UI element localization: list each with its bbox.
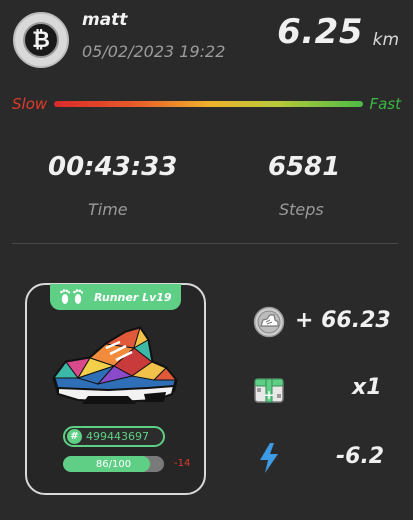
speed-slow-label: Slow — [12, 95, 48, 113]
gst-earned-value: + 66.23 — [295, 308, 391, 333]
time-value: 00:43:33 — [48, 152, 178, 182]
sneaker-type-badge: Runner Lv19 — [50, 284, 181, 310]
steps-label: Steps — [279, 200, 324, 219]
mystery-box-value: x1 — [352, 375, 382, 400]
coin-shoe-icon — [253, 306, 285, 338]
time-label: Time — [88, 200, 128, 219]
durability-text: 86/100 — [95, 458, 132, 470]
durability-bar: 86/100 — [63, 456, 164, 472]
sneaker-id: 499443697 — [86, 430, 149, 443]
mystery-box-icon[interactable]: + — [253, 374, 285, 406]
footprints-icon — [60, 289, 84, 304]
username: matt — [82, 10, 128, 30]
avatar[interactable]: ₿ — [13, 12, 69, 68]
bitcoin-icon: ₿ — [23, 22, 59, 58]
distance-value: 6.25 — [277, 12, 363, 52]
distance-unit: km — [372, 30, 399, 50]
sneaker-type-label: Runner Lv19 — [94, 290, 172, 304]
steps-value: 6581 — [268, 152, 341, 182]
svg-text:+: + — [264, 388, 274, 402]
speed-gradient-bar — [54, 101, 363, 107]
energy-spent-value: -6.2 — [336, 444, 385, 469]
sneaker-image — [52, 326, 178, 404]
sneaker-id-pill[interactable]: # 499443697 — [63, 426, 165, 447]
lightning-icon — [260, 443, 278, 473]
hash-icon: # — [67, 429, 82, 444]
speed-fast-label: Fast — [369, 95, 401, 113]
divider — [12, 243, 398, 244]
run-datetime: 05/02/2023 19:22 — [82, 42, 226, 61]
durability-delta: -14 — [174, 458, 191, 469]
